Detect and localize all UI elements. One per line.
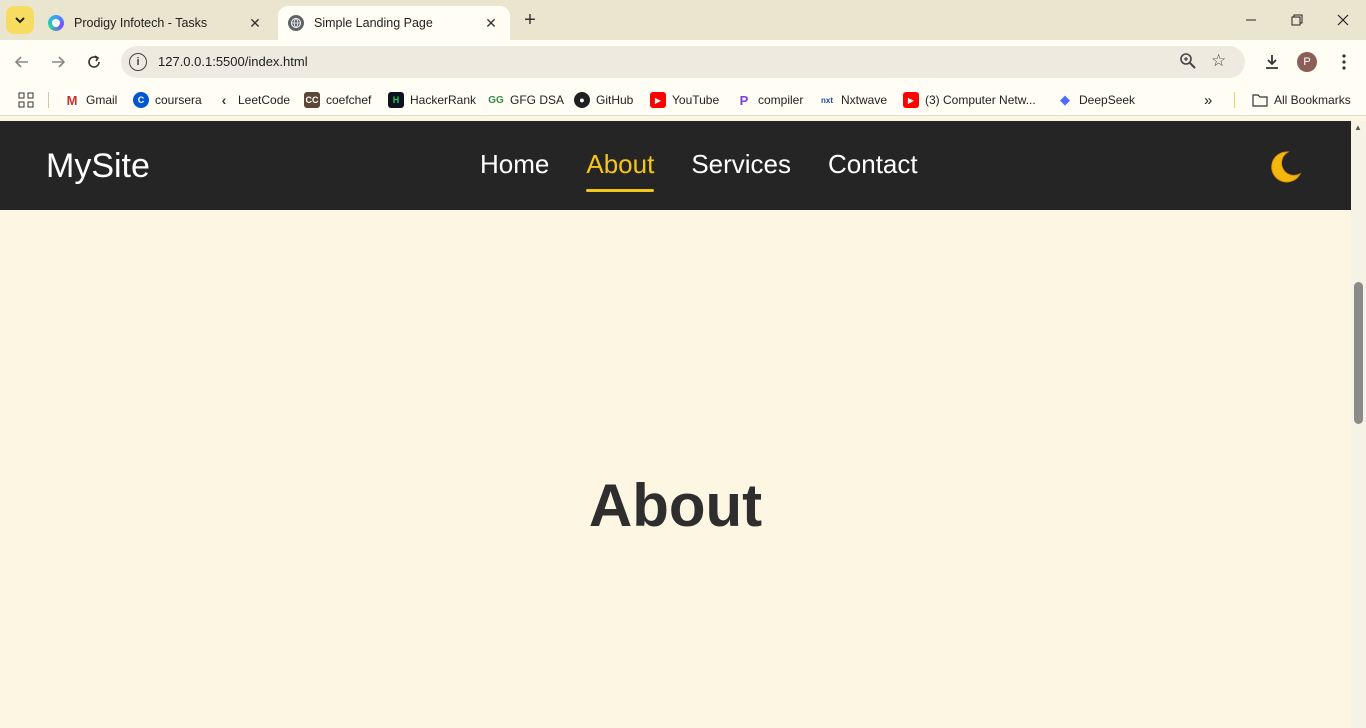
bookmark-github[interactable]: ● GitHub [574,91,633,109]
coursera-icon: C [133,92,149,108]
chevron-double-right-icon: » [1204,91,1213,109]
bookmark-youtube[interactable]: ▶ YouTube [650,91,719,109]
kebab-menu-icon [1342,54,1346,70]
profile-avatar[interactable]: P [1297,52,1317,72]
moon-icon [1271,151,1302,183]
bookmark-label: GitHub [596,93,634,107]
tab-prodigy[interactable]: Prodigy Infotech - Tasks ✕ [38,6,274,40]
tab-search-button[interactable] [6,6,34,34]
nav-link-home[interactable]: Home [480,149,549,186]
new-tab-button[interactable]: + [518,8,542,32]
bookmark-hackerrank[interactable]: H HackerRank [388,91,476,109]
close-window-button[interactable] [1320,0,1366,40]
menu-button[interactable] [1332,50,1356,74]
forward-button[interactable] [46,50,70,74]
url-text[interactable]: 127.0.0.1:5500/index.html [158,54,308,69]
bookmark-compiler[interactable]: P compiler [736,91,804,109]
bookmark-deepseek[interactable]: ◆ DeepSeek [1057,91,1135,109]
github-icon: ● [574,92,590,108]
download-icon [1266,55,1278,69]
globe-icon [288,15,304,31]
bookmarks-separator [48,92,49,108]
leetcode-icon: ‹ [221,92,227,108]
tab-landing-page[interactable]: Simple Landing Page ✕ [278,6,510,40]
page-scrollbar[interactable]: ▲ [1351,121,1366,728]
bookmark-nxtwave[interactable]: nxt Nxtwave [819,91,887,109]
browser-toolbar: i 127.0.0.1:5500/index.html ☆ P [0,40,1366,84]
more-bookmarks-button[interactable]: » [1204,91,1212,109]
bookmark-codechef[interactable]: CC coefchef [304,91,371,109]
bookmark-label: Nxtwave [841,93,888,107]
bookmark-label: DeepSeek [1079,93,1136,107]
all-bookmarks-label: All Bookmarks [1274,93,1351,107]
restore-icon [1291,14,1303,26]
bookmarks-bar: M Gmail C coursera ‹ LeetCode CC coefche… [0,84,1366,116]
compiler-icon: P [739,92,749,108]
minimize-button[interactable] [1228,0,1274,40]
tab-title: Simple Landing Page [314,16,433,30]
apps-grid-icon [18,92,34,108]
bookmark-leetcode[interactable]: ‹ LeetCode [216,91,290,109]
bookmark-label: Gmail [86,93,118,107]
site-logo[interactable]: MySite [46,147,150,186]
bookmark-gmail[interactable]: M Gmail [64,91,117,109]
bookmark-star-icon[interactable]: ☆ [1211,51,1231,71]
hackerrank-icon: H [388,92,404,108]
close-icon[interactable]: ✕ [246,14,264,32]
bookmark-label: coursera [155,93,202,107]
gfg-icon: GG [488,94,504,106]
bookmark-label: LeetCode [238,93,291,107]
gmail-icon: M [64,92,80,108]
nav-link-contact[interactable]: Contact [828,149,918,186]
nav-link-about[interactable]: About [586,149,654,192]
youtube-icon: ▶ [650,92,666,108]
bookmarks-divider [1234,92,1235,108]
nav-link-services[interactable]: Services [691,149,791,186]
site-navbar: MySite Home About Services Contact [0,121,1351,210]
tab-title: Prodigy Infotech - Tasks [74,16,208,30]
bookmark-label: HackerRank [410,93,477,107]
address-bar[interactable]: i 127.0.0.1:5500/index.html ☆ [121,46,1245,78]
reload-icon [88,55,100,68]
section-heading: About [588,472,763,539]
all-bookmarks-button[interactable]: All Bookmarks [1252,91,1351,109]
bookmark-label: (3) Computer Netw... [925,93,1036,107]
zoom-icon[interactable] [1179,52,1199,72]
chevron-down-icon [15,17,25,24]
minimize-icon [1246,19,1256,21]
apps-button[interactable] [18,91,34,109]
nxtwave-icon: nxt [821,95,833,105]
close-icon[interactable]: ✕ [482,14,500,32]
bookmark-gfg[interactable]: GG GFG DSA [488,91,564,109]
downloads-button[interactable] [1260,50,1284,74]
bookmark-label: compiler [758,93,804,107]
bookmark-coursera[interactable]: C coursera [133,91,202,109]
back-button[interactable] [10,50,34,74]
site-nav-links: Home About Services Contact [480,149,955,192]
restore-button[interactable] [1274,0,1320,40]
codechef-icon: CC [304,92,320,108]
site-info-icon[interactable]: i [129,53,147,71]
tab-strip: Prodigy Infotech - Tasks ✕ Simple Landin… [0,0,1366,40]
bookmark-label: coefchef [326,93,372,107]
page-viewport: MySite Home About Services Contact About [0,121,1351,728]
deepseek-icon: ◆ [1060,92,1070,107]
bookmark-label: GFG DSA [510,93,565,107]
arrow-left-icon [14,56,28,68]
theme-toggle-button[interactable] [1264,148,1304,188]
prodigy-icon [48,15,64,31]
close-icon [1337,14,1349,26]
bookmark-label: YouTube [672,93,720,107]
scrollbar-thumb[interactable] [1354,282,1363,424]
scroll-up-icon[interactable]: ▲ [1354,123,1362,132]
folder-icon [1252,94,1268,107]
youtube-icon: ▶ [903,92,919,108]
bookmark-computer-networks[interactable]: ▶ (3) Computer Netw... [903,91,1036,109]
arrow-right-icon [52,56,66,68]
reload-button[interactable] [82,50,106,74]
